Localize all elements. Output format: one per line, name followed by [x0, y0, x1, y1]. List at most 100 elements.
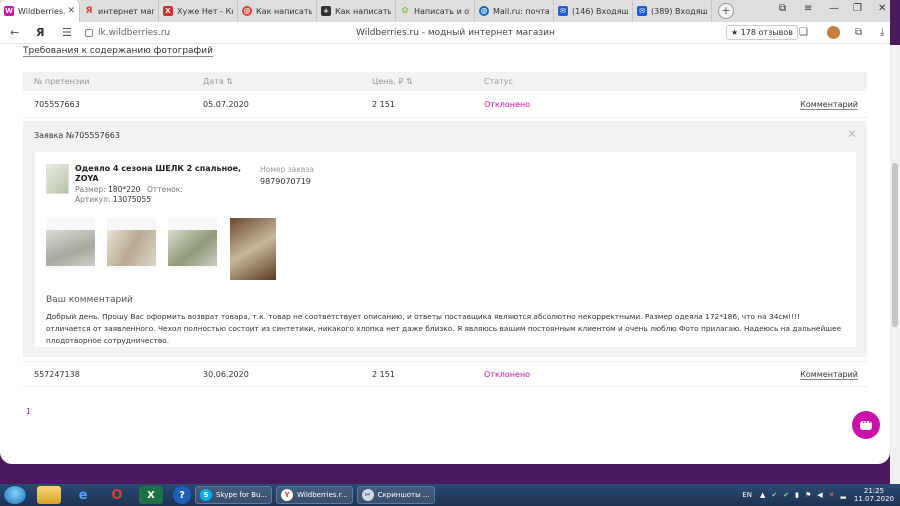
claim-photo-3[interactable] [168, 218, 217, 268]
photo-requirements-link[interactable]: Требования к содержанию фотографий [23, 46, 213, 57]
url-text: lk.wildberries.ru [98, 28, 171, 38]
claim-photo-2[interactable] [107, 218, 156, 268]
lock-icon [85, 29, 93, 37]
tab-write-and-send[interactable]: ✿ Написать и отп [396, 0, 475, 22]
chat-icon [860, 418, 872, 430]
tab-bar: W Wildberries.r ✕ Я интернет магаз X Хуж… [0, 0, 890, 22]
task-label: Skype for Bu... [216, 491, 268, 499]
scrollbar[interactable] [890, 45, 900, 485]
screenshot-tool-icon: ✂ [361, 489, 374, 501]
article-value: 13075055 [112, 195, 152, 204]
tab-label: Как написать п [256, 6, 312, 16]
menu-icon[interactable]: ≡ [804, 3, 812, 14]
product-shade: Оттенок: [147, 185, 183, 194]
tab-inbox-146[interactable]: ✉ (146) Входящи [554, 0, 633, 22]
col-date[interactable]: Дата ⇅ [203, 77, 233, 86]
claim-photo-4[interactable] [230, 218, 276, 280]
tray-network-icon[interactable]: ▮ [795, 491, 799, 499]
tab-label: Как написать л [335, 6, 391, 16]
taskbar: e O X ? S Skype for Bu... Y Wildberries.… [0, 484, 900, 506]
help-icon[interactable]: ? [173, 486, 191, 504]
comment-link[interactable]: Комментарий [800, 370, 858, 380]
col-status: Статус [484, 77, 513, 86]
pagination-page-1[interactable]: 1 [26, 407, 31, 416]
claim-photo-1[interactable] [46, 218, 95, 268]
tab-news[interactable]: X Хуже Нет - Кно [159, 0, 238, 22]
taskbar-skype[interactable]: S Skype for Bu... [195, 486, 273, 504]
restore-icon[interactable]: ❐ [853, 3, 862, 14]
comment-text: Добрый день. Прошу Вас оформить возврат … [46, 312, 842, 345]
tray-check-icon[interactable]: ✔ [771, 491, 777, 499]
tab-how-to-write-2[interactable]: + Как написать л [317, 0, 396, 22]
close-icon[interactable]: ✕ [67, 6, 75, 16]
new-tab-button[interactable]: + [718, 3, 734, 19]
close-icon[interactable]: ✕ [847, 127, 857, 141]
excel-icon[interactable]: X [139, 486, 163, 504]
clock-time: 21:25 [863, 487, 885, 495]
shade-label: Оттенок: [147, 185, 183, 194]
tray-shield-icon[interactable]: ✔ [783, 491, 789, 499]
order-number-label: Номер заказа [260, 165, 314, 174]
tab-mailru[interactable]: @ Mail.ru: почта, [475, 0, 554, 22]
news-icon: X [163, 6, 173, 16]
tray-flag-icon[interactable]: ⚑ [805, 491, 811, 499]
product-thumbnail[interactable] [46, 164, 69, 194]
col-price[interactable]: Цена, ₽ ⇅ [372, 77, 413, 86]
status-badge: Отклонено [484, 100, 531, 109]
tray-app-icon[interactable]: ✕ [829, 491, 835, 499]
tray-volume-icon[interactable]: ◀ [817, 491, 822, 499]
comment-link[interactable]: Комментарий [800, 100, 858, 110]
product-size: Размер: 180*220 [75, 185, 140, 194]
clock[interactable]: 21:25 11.07.2020 [854, 487, 894, 503]
rating-text: ★ 178 отзывов [731, 28, 793, 37]
task-label: Wildberries.r... [297, 491, 348, 499]
tab-label: Mail.ru: почта, [493, 6, 549, 16]
tray-arrow-icon[interactable]: ▲ [760, 491, 765, 499]
bookmark-icon[interactable]: ❏ [799, 27, 808, 38]
tab-wildberries[interactable]: W Wildberries.r ✕ [0, 0, 80, 22]
page-content: Требования к содержанию фотографий № пре… [0, 45, 890, 464]
tray-signal-icon[interactable]: ▂ [841, 491, 846, 499]
back-arrow-icon[interactable]: ← [10, 26, 19, 39]
start-button-icon[interactable] [3, 485, 27, 505]
tabs-menu-icon[interactable]: ⧉ [779, 3, 786, 14]
task-label: Скриншоты ... [377, 491, 430, 499]
address-bar: ← Я ☰ lk.wildberries.ru Wildberries.ru -… [0, 22, 890, 44]
yandex-logo-icon[interactable]: Я [36, 26, 44, 39]
url-field[interactable]: lk.wildberries.ru [85, 25, 170, 41]
table-row[interactable]: 705557663 05.07.2020 2 151 Отклонено Ком… [23, 92, 867, 118]
tab-inbox-389[interactable]: ✉ (389) Входящи [633, 0, 712, 22]
ie-icon[interactable]: e [71, 486, 95, 504]
tab-yandex[interactable]: Я интернет магаз [80, 0, 159, 22]
chat-button[interactable] [852, 411, 880, 439]
close-window-icon[interactable]: ✕ [878, 3, 886, 14]
bookmarks-icon[interactable]: ☰ [62, 26, 72, 39]
scrollbar-thumb[interactable] [892, 163, 898, 327]
language-indicator[interactable]: EN [742, 491, 752, 499]
order-number-value: 9879070719 [260, 177, 311, 186]
extensions-icon[interactable]: ⧉ [855, 27, 862, 38]
taskbar-screenshots[interactable]: ✂ Скриншоты ... [356, 486, 435, 504]
table-row[interactable]: 557247138 30.06.2020 2 151 Отклонено Ком… [23, 361, 867, 387]
folder-icon[interactable] [37, 486, 61, 504]
taskbar-browser[interactable]: Y Wildberries.r... [276, 486, 353, 504]
claim-title: Заявка №705557663 [34, 131, 120, 140]
inbox-icon: ✉ [558, 6, 568, 16]
yandex-browser-icon: Y [281, 489, 294, 501]
opera-icon[interactable]: O [105, 486, 129, 504]
tab-how-to-write-1[interactable]: @ Как написать п [238, 0, 317, 22]
product-name: Одеяло 4 сезона ШЕЛК 2 спальное, ZOYA [75, 164, 242, 183]
app-icon: @ [242, 6, 252, 16]
yandex-icon: Я [85, 6, 93, 16]
browser-window: W Wildberries.r ✕ Я интернет магаз X Хуж… [0, 0, 890, 464]
avatar-icon[interactable] [827, 26, 840, 39]
rating-badge[interactable]: ★ 178 отзывов [726, 25, 798, 40]
minimize-icon[interactable]: — [829, 3, 839, 14]
download-icon[interactable]: ⤓ [880, 27, 884, 38]
claim-card: Одеяло 4 сезона ШЕЛК 2 спальное, ZOYA Ра… [35, 152, 856, 347]
tab-label: Хуже Нет - Кно [177, 6, 233, 16]
claim-date: 05.07.2020 [203, 100, 249, 109]
comment-title: Ваш комментарий [46, 295, 133, 305]
tab-label: Написать и отп [414, 6, 470, 16]
flower-icon: ✿ [401, 6, 409, 16]
